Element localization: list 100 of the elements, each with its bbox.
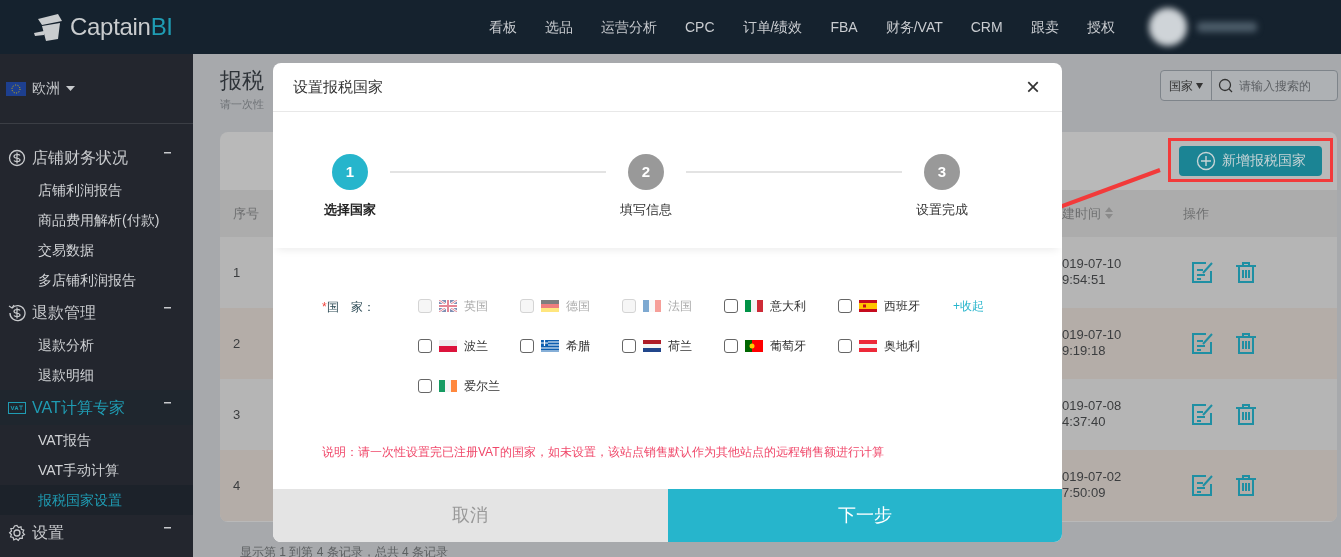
sidebar-group[interactable]: VAT计算专家 — [0, 390, 193, 425]
avatar[interactable] — [1148, 8, 1187, 46]
search-field[interactable]: 国家 请输入搜索的 — [1160, 70, 1338, 101]
delete-icon[interactable] — [1235, 474, 1257, 497]
search-icon — [1218, 78, 1233, 93]
country-label: 奥地利 — [884, 338, 920, 355]
checkbox[interactable] — [838, 299, 852, 313]
nav-link[interactable]: 财务/VAT — [871, 16, 957, 38]
flag-icon — [541, 340, 559, 352]
nav-link[interactable]: CPC — [671, 16, 729, 38]
sidebar-item[interactable]: 退款分析 — [0, 330, 193, 360]
sidebar-item[interactable]: VAT报告 — [0, 425, 193, 455]
delete-icon[interactable] — [1235, 403, 1257, 426]
flag-icon — [643, 340, 661, 352]
dialog-title: 设置报税国家 — [293, 76, 383, 97]
country-label: 西班牙 — [884, 298, 920, 315]
flag-icon — [439, 380, 457, 392]
table-cell-text: 1 — [232, 263, 242, 282]
region-label[interactable]: 欧洲 — [32, 78, 60, 99]
sidebar-item[interactable]: VAT手动计算 — [0, 455, 193, 485]
sidebar-item[interactable]: 报税国家设置 — [0, 485, 193, 515]
note-text: 说明：请一次性设置完已注册VAT的国家，如未设置，该站点销售默认作为其他站点的远程销售额进行计算 — [322, 444, 884, 461]
nav-link[interactable]: 授权 — [1072, 16, 1129, 38]
page-title: 报税 — [220, 68, 264, 95]
step-label: 填写信息 — [620, 201, 672, 219]
nav-link[interactable]: 选品 — [531, 16, 587, 38]
checkbox[interactable] — [418, 339, 432, 353]
sidebar-item[interactable]: 店铺利润报告 — [0, 175, 193, 205]
delete-icon[interactable] — [1235, 261, 1257, 284]
table-cell-text: 019-07-02 — [1062, 468, 1123, 486]
filter-label: 国家 — [1169, 77, 1193, 95]
logo-text: CaptainBI — [70, 12, 173, 42]
required-mark: * — [322, 300, 327, 314]
table-cell-text: 019-07-10 — [1062, 255, 1123, 273]
field-label: 国 家： — [326, 300, 375, 314]
table-cell-text: 4 — [232, 476, 242, 495]
dollar-icon — [8, 148, 26, 167]
country-label: 德国 — [566, 298, 590, 315]
country-label: 荷兰 — [668, 338, 692, 355]
blurred-username — [1196, 22, 1257, 32]
sidebar-group-label: 店铺财务状况 — [32, 147, 128, 168]
step-number: 1 — [332, 154, 368, 190]
sidebar-group[interactable]: 店铺财务状况 — [0, 140, 193, 175]
table-cell-text: 9:19:18 — [1062, 343, 1107, 361]
nav-link[interactable]: 运营分析 — [587, 16, 671, 38]
checkbox[interactable] — [838, 339, 852, 353]
edit-icon[interactable] — [1191, 261, 1213, 284]
checkbox[interactable] — [724, 299, 738, 313]
table-cell-text: 4:37:40 — [1062, 414, 1107, 432]
flag-icon — [439, 340, 457, 352]
edit-icon[interactable] — [1191, 332, 1213, 355]
filter-dropdown[interactable]: 国家 — [1161, 71, 1212, 100]
checkbox[interactable] — [418, 379, 432, 393]
sidebar-group[interactable]: 设置 — [0, 515, 193, 550]
nav-link[interactable]: 跟卖 — [1016, 16, 1073, 38]
plus-icon — [1195, 150, 1216, 171]
step-number: 2 — [628, 154, 664, 190]
nav-link[interactable]: 看板 — [475, 16, 531, 38]
country-label: 爱尔兰 — [464, 378, 500, 395]
flag-icon — [6, 81, 26, 96]
country-label: 希腊 — [566, 338, 590, 355]
settings-icon — [8, 523, 26, 542]
checkbox[interactable] — [622, 339, 636, 353]
step-label: 设置完成 — [916, 201, 968, 219]
flag-icon — [439, 300, 457, 312]
table-cell-text: 9:54:51 — [1062, 272, 1107, 290]
table-cell-text: 2 — [232, 334, 242, 353]
table-cell-text: 7:50:09 — [1062, 485, 1107, 503]
flag-icon — [859, 300, 877, 312]
nav-link[interactable]: 订单/绩效 — [728, 16, 817, 38]
sidebar-item[interactable]: 商品费用解析(付款) — [0, 205, 193, 235]
edit-icon[interactable] — [1191, 403, 1213, 426]
sidebar-item[interactable]: 退款明细 — [0, 360, 193, 390]
refund-icon — [8, 303, 26, 322]
country-label: 葡萄牙 — [770, 338, 806, 355]
sidebar-group[interactable]: 退款管理 — [0, 295, 193, 330]
flag-icon — [643, 300, 661, 312]
sort-icon[interactable] — [1105, 207, 1113, 220]
nav-link[interactable]: FBA — [816, 16, 872, 38]
table-cell-text: 019-07-10 — [1062, 326, 1123, 344]
caret-icon — [1196, 82, 1203, 89]
flag-icon — [859, 340, 877, 352]
step-label: 选择国家 — [324, 201, 376, 219]
logo-icon — [32, 11, 64, 43]
table-cell-text: 3 — [232, 405, 242, 424]
caret-icon[interactable] — [66, 86, 75, 91]
sidebar-item[interactable]: 多店铺利润报告 — [0, 265, 193, 295]
flag-icon — [745, 300, 763, 312]
sidebar-group-label: 退款管理 — [32, 302, 96, 323]
edit-icon[interactable] — [1191, 474, 1213, 497]
checkbox[interactable] — [520, 339, 534, 353]
close-button[interactable]: × — [1022, 75, 1044, 99]
country-label: 意大利 — [770, 298, 806, 315]
flag-icon — [541, 300, 559, 312]
sidebar-item[interactable]: 交易数据 — [0, 235, 193, 265]
delete-icon[interactable] — [1235, 332, 1257, 355]
checkbox[interactable] — [724, 339, 738, 353]
column-header: 序号 — [232, 204, 260, 223]
country-label: 英国 — [464, 298, 488, 315]
nav-link[interactable]: CRM — [956, 16, 1017, 38]
